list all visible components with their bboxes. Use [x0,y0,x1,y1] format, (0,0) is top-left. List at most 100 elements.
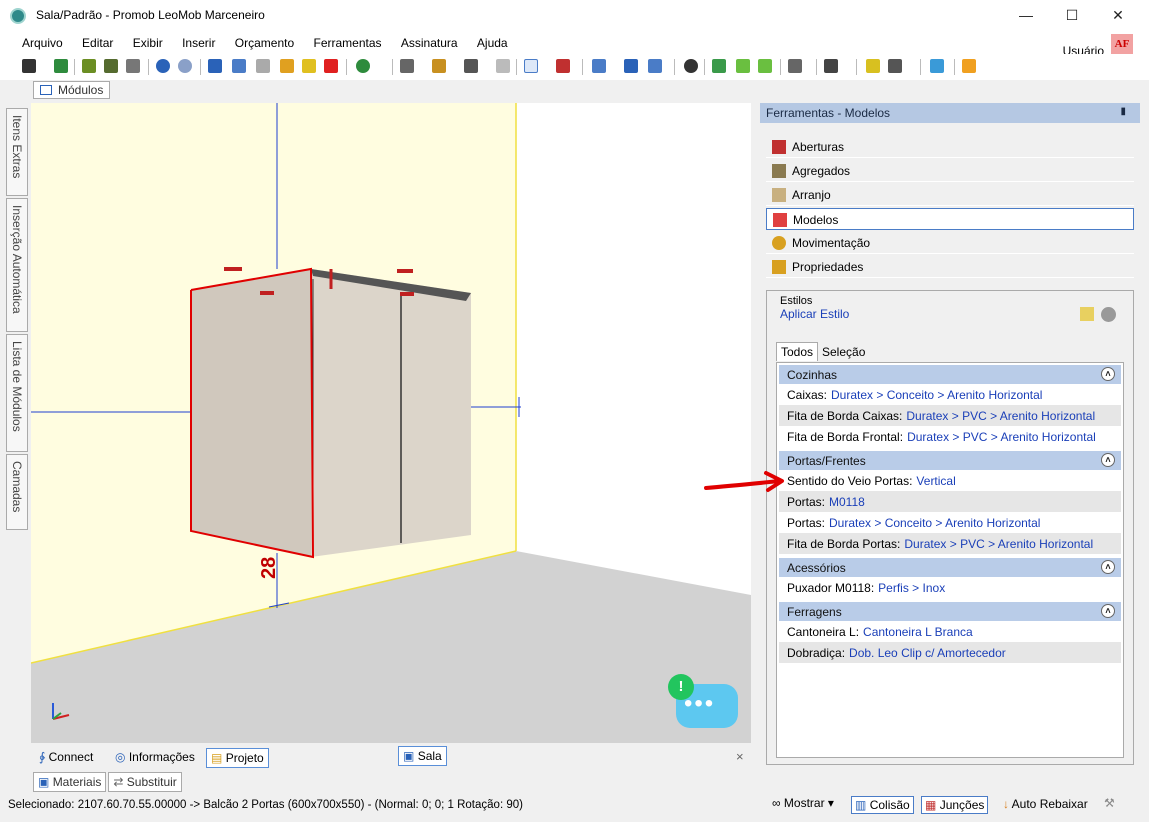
shape-icon[interactable] [464,59,478,73]
copy-icon[interactable] [232,59,246,73]
lower-tabs: ▣ Materiais ⇄ Substituir [33,772,184,792]
tools-icon[interactable]: ⚒ [1104,796,1115,810]
apply-style-link[interactable]: Aplicar Estilo [780,307,849,321]
tool-modelos[interactable]: Modelos [766,208,1134,230]
menu-orcamento[interactable]: Orçamento [227,33,302,53]
group-header[interactable]: Portas/Frentes ˄ [779,451,1121,470]
row-value[interactable]: Duratex > Conceito > Arenito Horizontal [831,388,1042,402]
avatar[interactable]: AF [1111,34,1133,54]
tool-movimentacao-label: Movimentação [792,236,871,250]
tab-selecao[interactable]: Seleção [818,343,869,361]
measure-icon[interactable] [556,59,570,73]
eye-icon[interactable] [684,59,698,73]
show-dropdown[interactable]: ∞ Mostrar ▾ [772,796,834,810]
tab-substituir[interactable]: ⇄ Substituir [108,772,182,792]
delete-icon[interactable] [324,59,338,73]
wand-icon[interactable] [866,59,880,73]
minimize-button[interactable]: — [1003,0,1049,32]
user-icon[interactable] [962,59,976,73]
brush-icon[interactable] [280,59,294,73]
menu-inserir[interactable]: Inserir [174,33,223,53]
layers-icon[interactable] [592,59,606,73]
gray-icon[interactable] [496,59,510,73]
tab-lista-modulos[interactable]: Lista de Módulos [6,334,28,452]
scene-tab-sala[interactable]: ▣ Sala [398,746,447,766]
menu-assinatura[interactable]: Assinatura [393,33,466,53]
project-tab[interactable]: ▤ Projeto [206,748,269,768]
connect-tab[interactable]: ∳ Connect [35,748,97,768]
scene-label: Sala [417,749,442,763]
arrow-left-icon[interactable] [736,59,750,73]
collapse-icon[interactable]: ˄ [1101,560,1115,574]
arrow-right-icon[interactable] [758,59,772,73]
cube-icon[interactable] [824,59,838,73]
tab-modulos[interactable]: Módulos [33,81,111,99]
redo-icon[interactable] [178,59,192,73]
paint-icon[interactable] [302,59,316,73]
tool-aberturas[interactable]: Aberturas [766,136,1134,158]
print-preview-icon[interactable] [104,59,118,73]
joints-toggle[interactable]: ▦ Junções [921,796,989,814]
tab-itens-extras[interactable]: Itens Extras [6,108,28,196]
menu-ferramentas[interactable]: Ferramentas [305,33,389,53]
cabinet-side[interactable] [191,269,311,557]
tool-propriedades[interactable]: Propriedades [766,256,1134,278]
menu-ajuda[interactable]: Ajuda [469,33,516,53]
cabinet-front[interactable] [311,269,471,557]
info-tab[interactable]: ◎ Informações [111,748,199,768]
row-value[interactable]: Dob. Leo Clip c/ Amortecedor [849,646,1006,660]
collapse-icon[interactable]: ˄ [1101,367,1115,381]
row-value[interactable]: M0118 [829,495,865,509]
row-value[interactable]: Duratex > PVC > Arenito Horizontal [904,537,1093,551]
undo-icon[interactable] [156,59,170,73]
cut-icon[interactable] [208,59,222,73]
budget-icon[interactable] [356,59,370,73]
frame-icon[interactable] [788,59,802,73]
group-header[interactable]: Cozinhas ˄ [779,365,1121,384]
collapse-icon[interactable]: ˄ [1101,604,1115,618]
print-icon[interactable] [82,59,96,73]
row-value[interactable]: Duratex > PVC > Arenito Horizontal [906,409,1095,423]
row-value[interactable]: Duratex > Conceito > Arenito Horizontal [829,516,1040,530]
close-scene-icon[interactable]: × [736,749,744,764]
row-value[interactable]: Vertical [916,474,955,488]
gear-icon[interactable] [1101,307,1116,322]
close-button[interactable]: ✕ [1095,0,1141,32]
tool-movimentacao[interactable]: Movimentação [766,232,1134,254]
tool-arranjo[interactable]: Arranjo [766,184,1134,206]
dimension-icon[interactable] [624,59,638,73]
row-value[interactable]: Perfis > Inox [878,581,945,595]
printer-icon[interactable] [126,59,140,73]
auto-lower-toggle[interactable]: ↓ Auto Rebaixar [1000,796,1091,812]
camera-icon[interactable] [888,59,902,73]
row-value[interactable]: Duratex > PVC > Arenito Horizontal [907,430,1096,444]
paste-icon[interactable] [256,59,270,73]
3d-viewport[interactable]: 28 [31,103,751,743]
window-title: Sala/Padrão - Promob LeoMob Marceneiro [36,8,265,22]
render-icon[interactable] [712,59,726,73]
view-3d-icon[interactable] [648,59,662,73]
save-icon[interactable] [22,59,36,73]
maximize-button[interactable]: ☐ [1049,0,1095,32]
menu-editar[interactable]: Editar [74,33,121,53]
pin-icon[interactable]: ▮ [1120,106,1126,117]
message-icon[interactable] [930,59,944,73]
tab-todos[interactable]: Todos [776,342,819,361]
tab-insercao-automatica[interactable]: Inserção Automática [6,198,28,332]
layout-icon[interactable] [400,59,414,73]
menu-arquivo[interactable]: Arquivo [14,33,71,53]
notification-badge[interactable]: ! [668,674,694,700]
group-header[interactable]: Acessórios ˄ [779,558,1121,577]
group-header[interactable]: Ferragens ˄ [779,602,1121,621]
tab-materiais[interactable]: ▣ Materiais [33,772,107,792]
new-style-icon[interactable] [1080,307,1094,321]
tab-camadas[interactable]: Camadas [6,454,28,530]
collision-toggle[interactable]: ▥ Colisão [851,796,914,814]
tool-agregados[interactable]: Agregados [766,160,1134,182]
blocks-icon[interactable] [432,59,446,73]
select-icon[interactable] [524,59,538,73]
menu-exibir[interactable]: Exibir [125,33,171,53]
save-green-icon[interactable] [54,59,68,73]
row-value[interactable]: Cantoneira L Branca [863,625,973,639]
collapse-icon[interactable]: ˄ [1101,453,1115,467]
